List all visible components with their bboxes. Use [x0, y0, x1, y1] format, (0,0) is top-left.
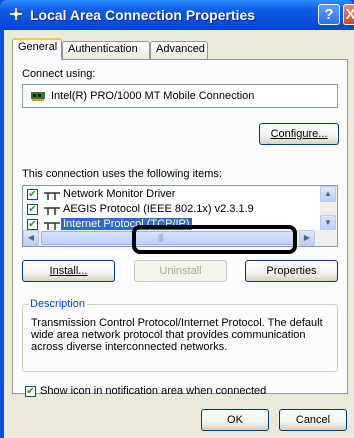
list-item[interactable]: ✔ Network Monitor Driver — [25, 188, 320, 203]
title-bar[interactable]: Local Area Connection Properties ? X — [0, 0, 354, 30]
window-title: Local Area Connection Properties — [30, 7, 256, 23]
network-protocol-icon — [44, 222, 60, 230]
item-label: Network Monitor Driver — [63, 188, 176, 200]
properties-button-label: Properties — [266, 265, 317, 277]
description-title: Description — [28, 298, 88, 310]
scroll-left-icon[interactable]: ◀ — [23, 230, 39, 246]
cancel-button[interactable]: Cancel — [279, 409, 347, 431]
install-button[interactable]: Install... — [22, 260, 115, 282]
scroll-down-icon[interactable]: ▼ — [320, 215, 336, 231]
item-checkbox[interactable]: ✔ — [27, 219, 38, 230]
install-button-label: Install... — [49, 265, 88, 277]
tab-authentication[interactable]: Authentication — [62, 41, 150, 59]
network-protocol-icon — [44, 207, 60, 215]
network-card-icon — [31, 92, 45, 101]
network-connection-icon — [10, 8, 22, 20]
item-label: AEGIS Protocol (IEEE 802.1x) v2.3.1.9 — [63, 203, 254, 215]
uninstall-button[interactable]: Uninstall — [134, 260, 227, 282]
show-icon-label: Show icon in notification area when conn… — [40, 385, 267, 397]
list-item[interactable]: ✔ AEGIS Protocol (IEEE 802.1x) v2.3.1.9 — [25, 203, 320, 218]
cancel-button-label: Cancel — [295, 414, 331, 426]
scroll-right-icon[interactable]: ▶ — [299, 230, 315, 246]
show-icon-checkbox-row[interactable]: ✔ Show icon in notification area when con… — [25, 385, 266, 397]
help-button[interactable]: ? — [318, 4, 340, 25]
adapter-name: Intel(R) PRO/1000 MT Mobile Connection — [51, 90, 255, 102]
adapter-field: Intel(R) PRO/1000 MT Mobile Connection — [22, 84, 338, 108]
tab-advanced[interactable]: Advanced — [150, 41, 208, 59]
configure-button-label: Configure... — [270, 128, 328, 140]
connect-using-label: Connect using: — [22, 68, 96, 80]
items-label: This connection uses the following items… — [22, 168, 222, 180]
network-protocol-icon — [44, 192, 60, 200]
item-checkbox[interactable]: ✔ — [27, 189, 38, 200]
item-checkbox[interactable]: ✔ — [27, 204, 38, 215]
tab-general[interactable]: General — [12, 38, 62, 60]
highlight-callout-outline — [132, 225, 297, 254]
properties-window: Local Area Connection Properties ? X Gen… — [0, 0, 354, 438]
description-text: Transmission Control Protocol/Internet P… — [31, 317, 323, 353]
uninstall-button-label: Uninstall — [159, 265, 202, 277]
configure-button[interactable]: Configure... — [259, 123, 339, 145]
scroll-up-icon[interactable]: ▲ — [320, 186, 336, 202]
close-button[interactable]: X — [343, 4, 354, 25]
vertical-scrollbar[interactable]: ▲ ▼ — [320, 186, 337, 231]
ok-button[interactable]: OK — [201, 409, 269, 431]
ok-button-label: OK — [227, 414, 243, 426]
properties-button[interactable]: Properties — [245, 260, 338, 282]
dialog-client-area: General Authentication Advanced Connect … — [4, 30, 354, 438]
description-group: Description Transmission Control Protoco… — [22, 298, 338, 372]
show-icon-checkbox[interactable]: ✔ — [25, 385, 36, 397]
